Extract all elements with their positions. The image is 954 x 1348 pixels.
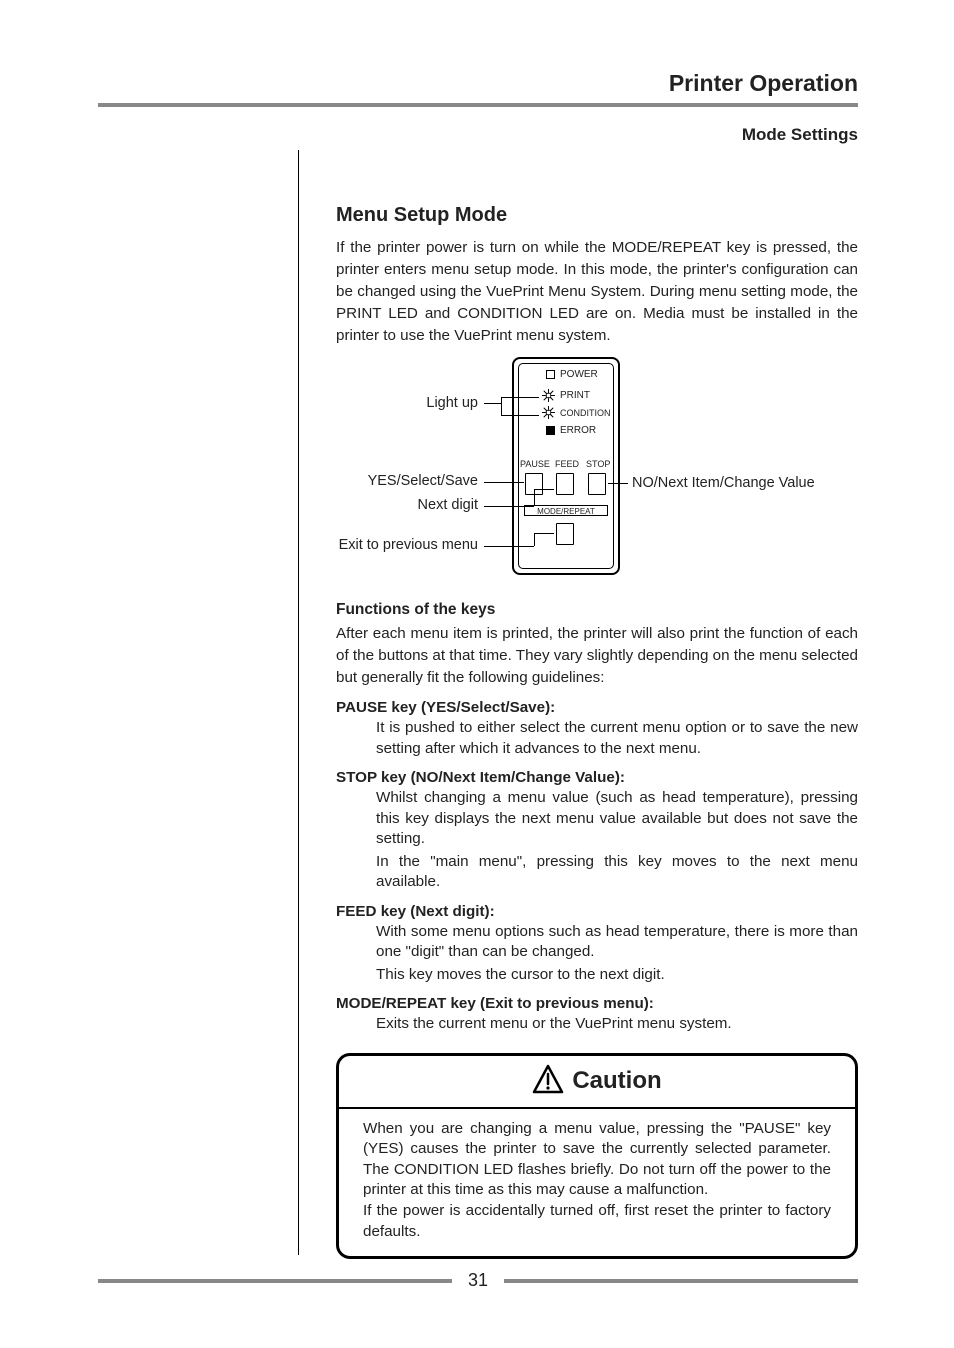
callout-no: NO/Next Item/Change Value (632, 475, 815, 491)
key-stop-title: STOP key (NO/Next Item/Change Value): (336, 769, 858, 786)
key-stop-p1: Whilst changing a menu value (such as he… (376, 788, 858, 850)
callout-next-digit: Next digit (418, 497, 478, 513)
led-condition-label: CONDITION (560, 408, 611, 418)
page-footer: 31 (98, 1270, 858, 1291)
key-pause-p1: It is pushed to either select the curren… (376, 718, 858, 759)
caution-p2: If the power is accidentally turned off,… (363, 1201, 831, 1242)
key-feed-p1: With some menu options such as head temp… (376, 922, 858, 963)
mode-repeat-label: MODE/REPEAT (524, 505, 608, 516)
intro-paragraph: If the printer power is turn on while th… (336, 237, 858, 347)
functions-heading: Functions of the keys (336, 601, 858, 619)
key-stop-block: STOP key (NO/Next Item/Change Value): Wh… (336, 769, 858, 893)
starburst-icon (542, 406, 555, 419)
key-mode-p1: Exits the current menu or the VuePrint m… (376, 1014, 858, 1035)
stop-key (588, 473, 606, 495)
key-stop-label: STOP (586, 459, 610, 469)
page-number: 31 (452, 1270, 504, 1291)
square-filled-icon (546, 426, 555, 435)
led-condition-row: CONDITION (542, 406, 611, 419)
key-pause-title: PAUSE key (YES/Select/Save): (336, 699, 858, 716)
caution-box: Caution When you are changing a menu val… (336, 1053, 858, 1259)
sidebar-rule (298, 150, 299, 1255)
key-mode-title: MODE/REPEAT key (Exit to previous menu): (336, 995, 858, 1012)
header-rule (98, 103, 858, 107)
key-feed-block: FEED key (Next digit): With some menu op… (336, 903, 858, 986)
key-pause-label: PAUSE (520, 459, 550, 469)
key-feed-label: FEED (555, 459, 579, 469)
led-print-row: PRINT (542, 389, 590, 402)
chapter-title: Printer Operation (98, 70, 858, 97)
key-stop-p2: In the "main menu", pressing this key mo… (376, 852, 858, 893)
led-print-label: PRINT (560, 390, 590, 401)
caution-title: Caution (572, 1067, 661, 1095)
key-mode-block: MODE/REPEAT key (Exit to previous menu):… (336, 995, 858, 1035)
warning-icon (532, 1064, 564, 1099)
subsection-heading: Menu Setup Mode (336, 204, 858, 227)
control-panel-diagram: POWER PRINT CONDITION ERROR PAUSE FEED S… (336, 355, 858, 585)
led-power-row: POWER (546, 369, 598, 380)
led-error-label: ERROR (560, 425, 596, 436)
led-power-label: POWER (560, 369, 598, 380)
feed-key (556, 473, 574, 495)
callout-light-up: Light up (426, 395, 478, 411)
key-pause-block: PAUSE key (YES/Select/Save): It is pushe… (336, 699, 858, 759)
mode-repeat-key (556, 523, 574, 545)
square-icon (546, 370, 555, 379)
led-error-row: ERROR (546, 425, 596, 436)
starburst-icon (542, 389, 555, 402)
key-feed-title: FEED key (Next digit): (336, 903, 858, 920)
functions-intro: After each menu item is printed, the pri… (336, 623, 858, 689)
key-feed-p2: This key moves the cursor to the next di… (376, 965, 858, 986)
section-title: Mode Settings (98, 125, 858, 145)
callout-yes: YES/Select/Save (368, 473, 478, 489)
callout-exit: Exit to previous menu (339, 537, 478, 553)
caution-p1: When you are changing a menu value, pres… (363, 1119, 831, 1201)
